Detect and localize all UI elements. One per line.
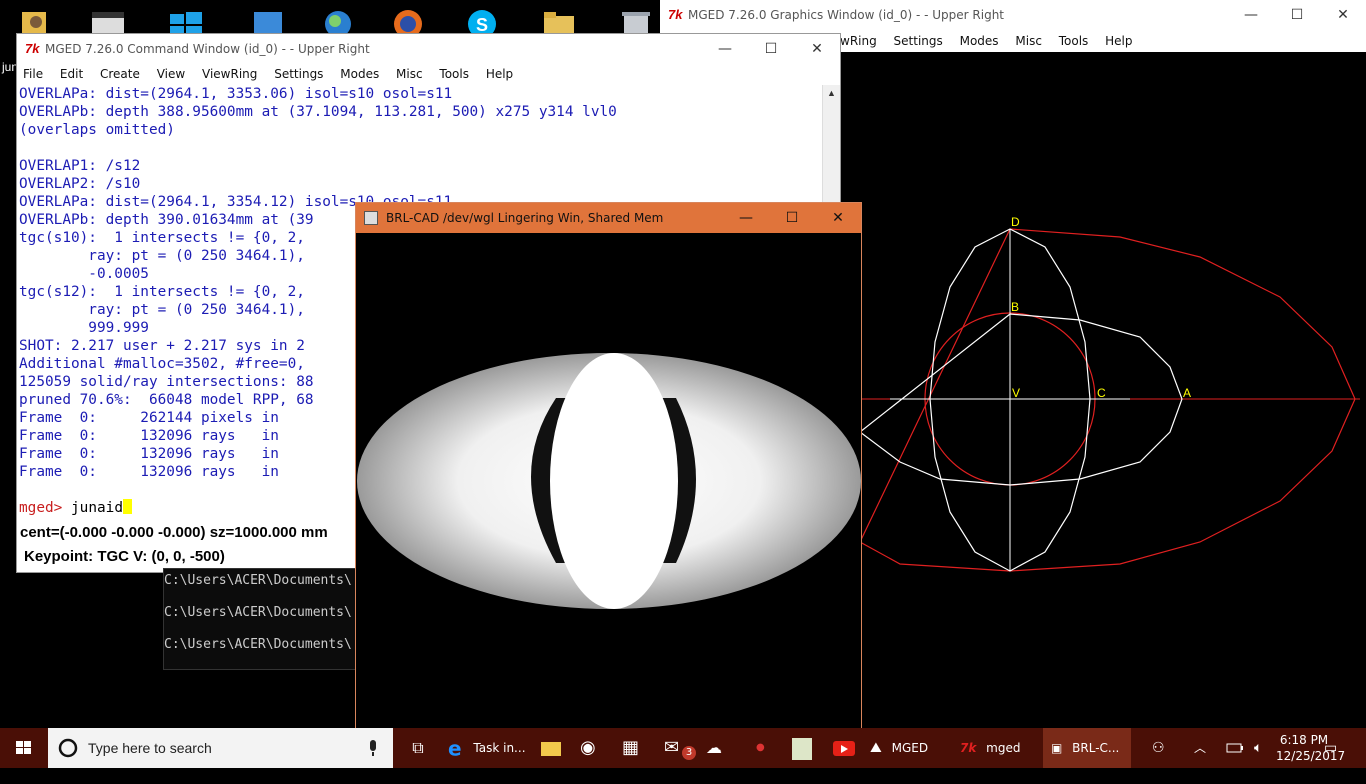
cmd-line: C:\Users\ACER\Documents\ <box>164 637 352 652</box>
label-v: V <box>1012 386 1020 400</box>
mged-tk-task-button[interactable]: 7k mged <box>960 728 1040 768</box>
command-title: MGED 7.26.0 Command Window (id_0) - - Up… <box>45 42 370 56</box>
maximize-button[interactable]: ☐ <box>769 203 815 233</box>
search-box[interactable]: Type here to search <box>48 728 393 768</box>
inner-white-ellipse <box>550 353 678 609</box>
cortana-icon <box>58 738 78 758</box>
command-input[interactable]: junaid <box>71 500 123 516</box>
command-titlebar[interactable]: 7k MGED 7.26.0 Command Window (id_0) - -… <box>17 34 840 64</box>
tk-feather-icon: 7k <box>25 41 40 56</box>
mged-tk-label: mged <box>986 741 1021 755</box>
volume-icon[interactable]: 🔈︎ <box>1254 728 1272 768</box>
brlcad-window[interactable]: BRL-CAD /dev/wgl Lingering Win, Shared M… <box>355 202 862 730</box>
console-line: OVERLAPb: depth 388.95600mm at (37.1094,… <box>19 104 617 120</box>
menu-help[interactable]: Help <box>486 63 513 85</box>
svg-text:S: S <box>476 15 488 35</box>
menu-tools[interactable]: Tools <box>439 63 469 85</box>
start-button[interactable] <box>0 728 48 768</box>
soundcloud-icon[interactable]: ☁ <box>706 728 736 768</box>
youtube-icon[interactable] <box>832 728 856 768</box>
task-view-icon[interactable]: ⧉ <box>403 728 433 768</box>
brlcad-task-button[interactable]: ▣ BRL-C... <box>1043 728 1131 768</box>
menu-help[interactable]: Help <box>1105 30 1132 52</box>
file-explorer-icon[interactable] <box>540 728 564 768</box>
label-a: A <box>1183 386 1191 400</box>
cmd-prompt-window[interactable]: C:\Users\ACER\Documents\ C:\Users\ACER\D… <box>163 568 358 670</box>
mged-icon: ⛰ <box>870 740 882 756</box>
show-hidden-icons-icon[interactable]: ︿ <box>1194 728 1210 768</box>
cmd-line: C:\Users\ACER\Documents\ <box>164 605 352 620</box>
close-button[interactable]: ✕ <box>794 34 840 64</box>
brlcad-title: BRL-CAD /dev/wgl Lingering Win, Shared M… <box>386 211 664 225</box>
status-line: cent=(-0.000 -0.000 -0.000) sz=1000.000 … <box>20 524 328 541</box>
menu-tools[interactable]: Tools <box>1059 30 1089 52</box>
label-b: B <box>1011 300 1019 314</box>
close-button[interactable]: ✕ <box>1320 0 1366 30</box>
raytrace-render <box>357 353 861 609</box>
menu-modes[interactable]: Modes <box>960 30 999 52</box>
menu-view[interactable]: View <box>157 63 185 85</box>
brlcad-task-label: BRL-C... <box>1072 741 1120 755</box>
brlcad-icon: ▣ <box>1051 741 1063 755</box>
tree-app-icon[interactable] <box>790 728 814 768</box>
battery-icon[interactable] <box>1226 728 1244 768</box>
windows-start-icon <box>16 741 31 754</box>
menu-create[interactable]: Create <box>100 63 140 85</box>
mged-task-button[interactable]: ⛰ MGED <box>870 728 950 768</box>
minimize-button[interactable]: — <box>723 203 769 233</box>
mail-icon[interactable]: ✉ 3 <box>664 728 696 768</box>
notification-center-icon[interactable]: ▭ <box>1324 728 1344 768</box>
minimize-button[interactable]: — <box>1228 0 1274 30</box>
console-line: (overlaps omitted) <box>19 122 175 138</box>
prompt-label: mged> <box>19 500 63 516</box>
people-icon[interactable]: ⚇ <box>1152 728 1172 768</box>
text-cursor <box>122 499 132 514</box>
console-line: OVERLAP1: /s12 <box>19 158 141 174</box>
menu-misc[interactable]: Misc <box>396 63 423 85</box>
scroll-up-arrow-icon[interactable]: ▲ <box>827 88 836 98</box>
menu-edit[interactable]: Edit <box>60 63 83 85</box>
console-line: OVERLAP2: /s10 <box>19 176 141 192</box>
console-line: OVERLAPa: dist=(2964.1, 3353.06) isol=s1… <box>19 86 453 102</box>
maximize-button[interactable]: ☐ <box>1274 0 1320 30</box>
menu-viewring[interactable]: ViewRing <box>202 63 257 85</box>
brlcad-titlebar[interactable]: BRL-CAD /dev/wgl Lingering Win, Shared M… <box>356 203 861 233</box>
edge-task-button[interactable]: e Task in... <box>448 728 528 768</box>
keypoint-line: Keypoint: TGC V: (0, 0, -500) <box>24 548 225 565</box>
menu-modes[interactable]: Modes <box>340 63 379 85</box>
menu-settings[interactable]: Settings <box>894 30 943 52</box>
menu-settings[interactable]: Settings <box>274 63 323 85</box>
mail-badge: 3 <box>682 746 696 760</box>
outer-red-ellipse <box>859 228 1356 572</box>
tk-feather-icon: 7k <box>668 7 683 22</box>
menu-viewring[interactable]: wRing <box>840 30 877 52</box>
task-label: Task in... <box>473 741 526 755</box>
graphics-titlebar[interactable]: 7k MGED 7.26.0 Graphics Window (id_0) - … <box>660 0 1366 30</box>
command-menubar: File Edit Create View ViewRing Settings … <box>17 63 840 85</box>
tk-feather-icon: 7k <box>960 741 977 755</box>
menu-misc[interactable]: Misc <box>1015 30 1042 52</box>
graphics-title: MGED 7.26.0 Graphics Window (id_0) - - U… <box>688 8 1005 22</box>
microphone-icon[interactable] <box>366 740 380 758</box>
label-d: D <box>1011 215 1020 229</box>
media-icon[interactable]: ◉ <box>580 728 604 768</box>
mged-label: MGED <box>891 741 929 755</box>
menu-file[interactable]: File <box>23 63 43 85</box>
taskbar: Type here to search ⧉ e Task in... ◉ ▦ ✉… <box>0 728 1366 768</box>
store-icon[interactable]: ▦ <box>622 728 646 768</box>
maximize-button[interactable]: ☐ <box>748 34 794 64</box>
edge-icon: e <box>448 736 462 761</box>
minimize-button[interactable]: — <box>702 34 748 64</box>
close-button[interactable]: ✕ <box>815 203 861 233</box>
app-dot-icon[interactable]: ● <box>756 728 766 768</box>
label-c: C <box>1097 386 1106 400</box>
search-placeholder: Type here to search <box>88 740 212 756</box>
app-icon <box>364 211 378 225</box>
cmd-line: C:\Users\ACER\Documents\ <box>164 573 352 588</box>
